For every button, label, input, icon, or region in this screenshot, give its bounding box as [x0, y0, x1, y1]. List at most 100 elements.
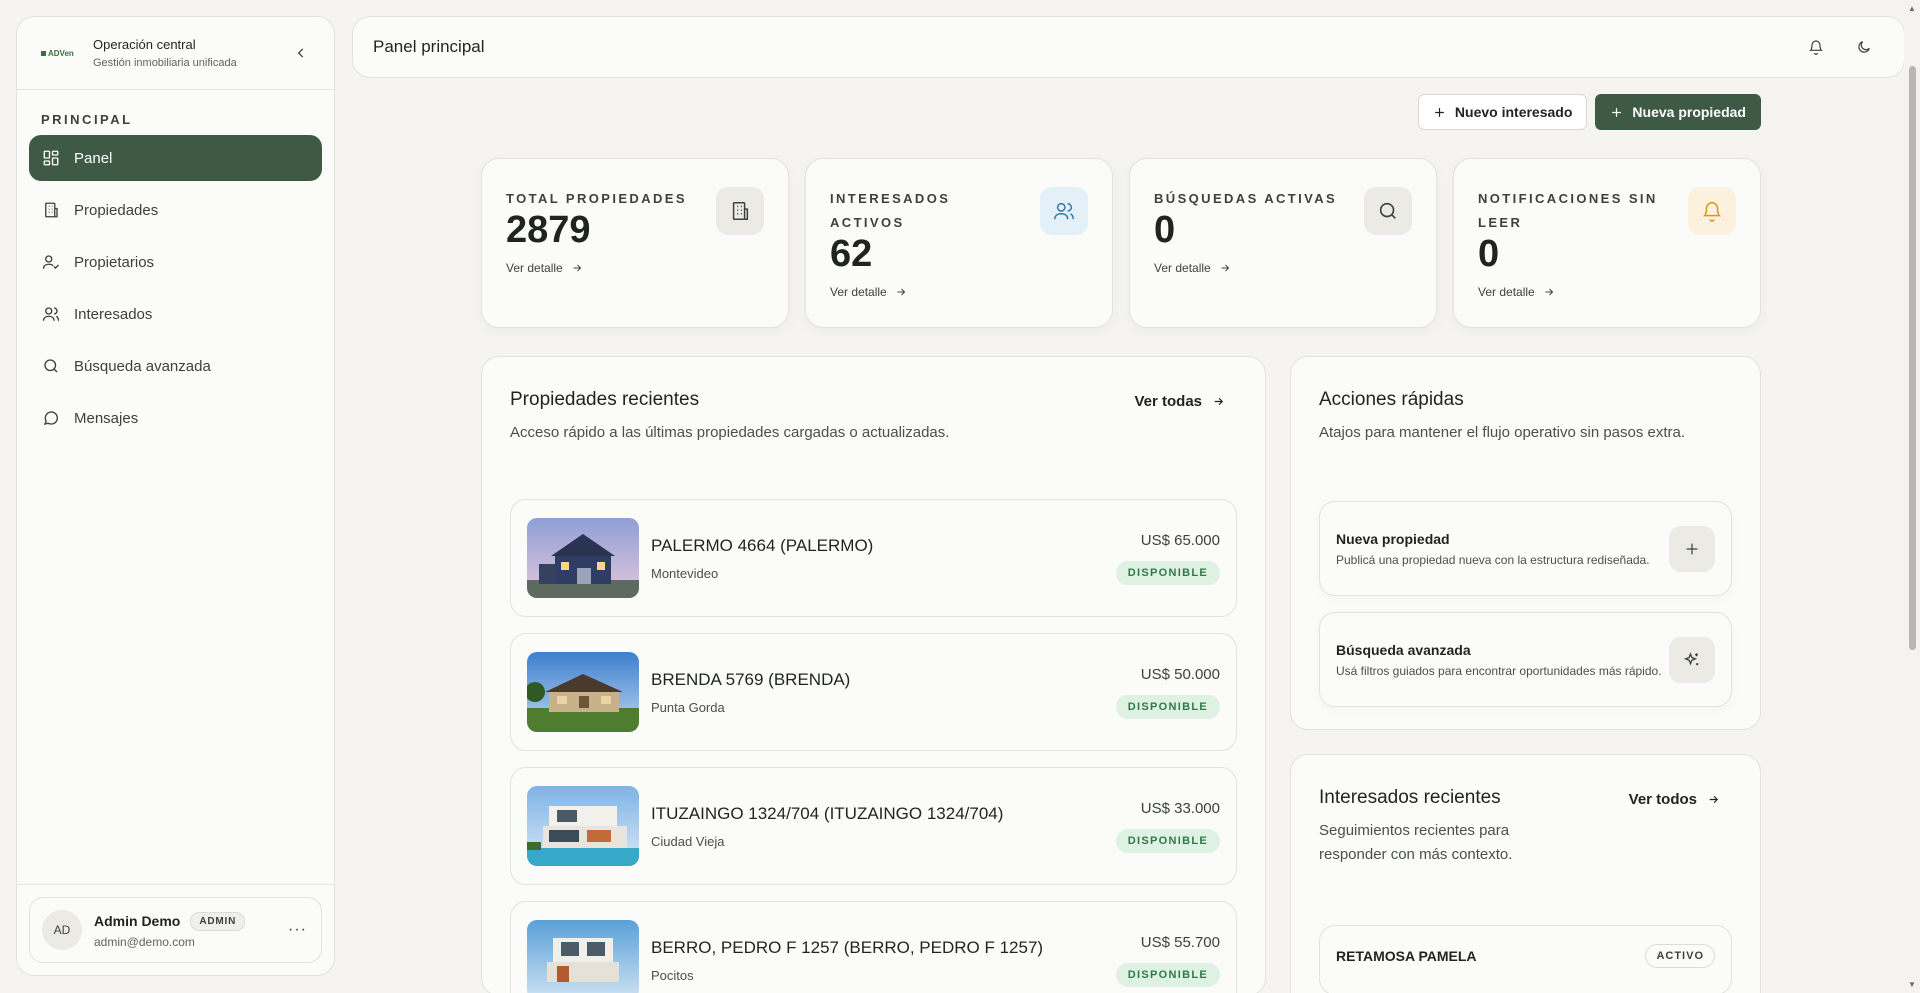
new-property-button[interactable]: Nueva propiedad	[1595, 94, 1761, 130]
page-scrollbar[interactable]: ▲ ▼	[1904, 0, 1920, 993]
panel-title: Acciones rápidas	[1319, 389, 1464, 410]
stat-link-label: Ver detalle	[1154, 261, 1211, 275]
logo-text: ADVen	[48, 48, 74, 58]
stat-detail-link[interactable]: Ver detalle	[1478, 285, 1736, 299]
user-card[interactable]: AD Admin Demo ADMIN admin@demo.com ···	[29, 897, 322, 963]
sidebar-item-mensajes[interactable]: Mensajes	[29, 395, 322, 441]
property-city: Ciudad Vieja	[651, 833, 725, 849]
property-photo	[527, 786, 639, 866]
message-icon	[42, 409, 60, 427]
org-info: Operación central Gestión inmobiliaria u…	[93, 37, 290, 69]
stat-link-label: Ver detalle	[830, 285, 887, 299]
topbar: Panel principal	[352, 16, 1905, 78]
sidebar-item-panel[interactable]: Panel	[29, 135, 322, 181]
property-price: US$ 55.700	[1140, 933, 1220, 951]
sidebar-item-propietarios[interactable]: Propietarios	[29, 239, 322, 285]
quick-action-new-property[interactable]: Nueva propiedad Publicá una propiedad nu…	[1319, 501, 1732, 596]
scrollbar-thumb[interactable]	[1909, 66, 1916, 650]
sidebar-item-label: Interesados	[74, 305, 153, 323]
stat-label: TOTAL PROPIEDADES	[506, 191, 687, 206]
property-card[interactable]: ITUZAINGO 1324/704 (ITUZAINGO 1324/704) …	[510, 767, 1237, 885]
property-city: Punta Gorda	[651, 699, 725, 715]
property-card[interactable]: PALERMO 4664 (PALERMO) Montevideo US$ 65…	[510, 499, 1237, 617]
users-icon	[1040, 187, 1088, 235]
stat-card-leads: INTERESADOS ACTIVOS 62 Ver detalle	[805, 158, 1113, 328]
recent-properties-panel: Propiedades recientes Acceso rápido a la…	[481, 356, 1266, 993]
sidebar-item-propiedades[interactable]: Propiedades	[29, 187, 322, 233]
status-badge: DISPONIBLE	[1115, 962, 1220, 987]
page-title: Panel principal	[373, 37, 485, 56]
plus-icon[interactable]	[1669, 525, 1715, 572]
sidebar-item-busqueda[interactable]: Búsqueda avanzada	[29, 343, 322, 389]
stat-detail-link[interactable]: Ver detalle	[1154, 261, 1412, 275]
stat-link-label: Ver detalle	[506, 261, 563, 275]
view-all-label: Ver todos	[1628, 791, 1697, 808]
moon-icon	[1858, 41, 1870, 53]
more-options-icon[interactable]: ···	[288, 921, 307, 939]
user-check-icon	[42, 253, 60, 271]
view-all-properties-link[interactable]: Ver todas	[1134, 393, 1225, 410]
property-photo	[527, 920, 639, 993]
property-meta: US$ 65.000 DISPONIBLE	[1115, 531, 1220, 585]
grid-icon	[42, 149, 60, 167]
sidebar-item-label: Búsqueda avanzada	[74, 357, 211, 375]
property-price: US$ 50.000	[1140, 665, 1220, 683]
avatar: AD	[42, 910, 82, 950]
lead-card[interactable]: RETAMOSA PAMELA ACTIVO	[1319, 925, 1732, 993]
stat-label: INTERESADOS ACTIVOS	[830, 191, 951, 230]
property-meta: US$ 50.000 DISPONIBLE	[1115, 665, 1220, 719]
search-icon	[1364, 187, 1412, 235]
chevron-left-icon	[297, 48, 304, 58]
plus-icon	[1612, 107, 1622, 117]
sparkles-icon[interactable]	[1669, 636, 1715, 683]
property-info: PALERMO 4664 (PALERMO) Montevideo	[651, 536, 1116, 581]
new-property-label: Nueva propiedad	[1632, 104, 1746, 120]
quick-action-desc: Publicá una propiedad nueva con la estru…	[1336, 552, 1650, 567]
sidebar-footer: AD Admin Demo ADMIN admin@demo.com ···	[17, 884, 334, 975]
stat-detail-link[interactable]: Ver detalle	[830, 285, 1088, 299]
property-card[interactable]: BRENDA 5769 (BRENDA) Punta Gorda US$ 50.…	[510, 633, 1237, 751]
lead-name: RETAMOSA PAMELA	[1336, 948, 1477, 964]
page-actions: Nuevo interesado Nueva propiedad	[1417, 94, 1761, 130]
user-name: Admin Demo	[94, 913, 181, 929]
notifications-button[interactable]	[1796, 27, 1836, 67]
quick-action-text: Nueva propiedad Publicá una propiedad nu…	[1336, 531, 1669, 567]
stat-detail-link[interactable]: Ver detalle	[506, 261, 764, 275]
stat-label: NOTIFICACIONES SIN LEER	[1478, 191, 1658, 230]
users-icon	[42, 305, 60, 323]
arrow-right-icon	[1545, 288, 1553, 296]
property-price: US$ 65.000	[1140, 531, 1220, 549]
nav-section-title: PRINCIPAL	[41, 112, 133, 127]
property-info: BRENDA 5769 (BRENDA) Punta Gorda	[651, 670, 1116, 715]
status-badge: DISPONIBLE	[1115, 694, 1220, 719]
sidebar-item-interesados[interactable]: Interesados	[29, 291, 322, 337]
status-badge: DISPONIBLE	[1115, 560, 1220, 585]
quick-action-advanced-search[interactable]: Búsqueda avanzada Usá filtros guiados pa…	[1319, 612, 1732, 707]
arrow-right-icon	[573, 264, 581, 272]
view-all-leads-link[interactable]: Ver todos	[1629, 791, 1720, 808]
scroll-down-icon[interactable]: ▼	[1908, 980, 1916, 989]
stat-value: 0	[1478, 233, 1500, 275]
role-badge: ADMIN	[190, 911, 246, 931]
new-lead-button[interactable]: Nuevo interesado	[1417, 94, 1588, 130]
org-name: Operación central	[93, 37, 196, 52]
sidebar-item-label: Mensajes	[74, 409, 139, 427]
plus-icon	[1435, 107, 1444, 117]
quick-actions-panel: Acciones rápidas Atajos para mantener el…	[1290, 356, 1761, 730]
quick-action-desc: Usá filtros guiados para encontrar oport…	[1336, 663, 1662, 678]
recent-leads-panel: Interesados recientes Seguimientos recie…	[1290, 754, 1761, 993]
panel-subtitle: Seguimientos recientes para responder co…	[1319, 822, 1513, 863]
scroll-up-icon[interactable]: ▲	[1908, 4, 1916, 13]
property-card[interactable]: BERRO, PEDRO F 1257 (BERRO, PEDRO F 1257…	[510, 901, 1237, 993]
collapse-sidebar-button[interactable]	[290, 42, 312, 64]
brand-logo[interactable]: ADVen	[41, 49, 93, 58]
theme-toggle-button[interactable]	[1844, 27, 1884, 67]
property-name: PALERMO 4664 (PALERMO)	[651, 535, 874, 555]
quick-action-title: Búsqueda avanzada	[1336, 641, 1471, 658]
panel-title: Propiedades recientes	[510, 389, 700, 410]
building-icon	[716, 187, 764, 235]
property-info: ITUZAINGO 1324/704 (ITUZAINGO 1324/704) …	[651, 804, 1116, 849]
user-name-row: Admin Demo ADMIN	[94, 911, 276, 931]
arrow-right-icon	[1221, 264, 1229, 272]
property-photo	[527, 652, 639, 732]
